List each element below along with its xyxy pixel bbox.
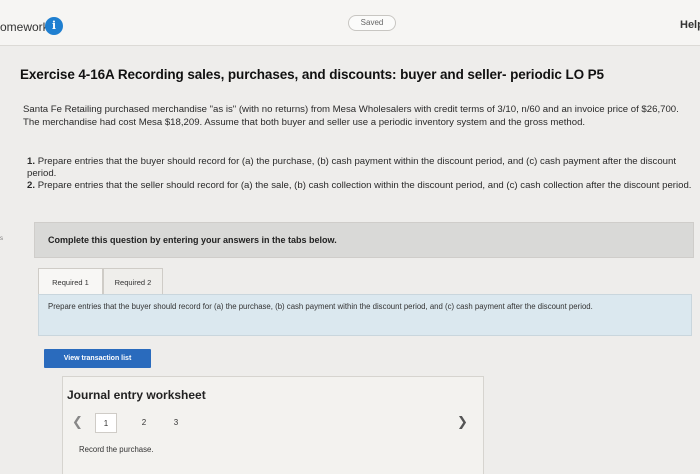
requirement-text: Prepare entries that the buyer should re… xyxy=(27,156,677,179)
page-button-1[interactable]: 1 xyxy=(95,413,117,433)
requirement-item: 2. Prepare entries that the seller shoul… xyxy=(27,180,692,192)
journal-entry-worksheet: Journal entry worksheet ❮ 1 2 3 ❯ Record… xyxy=(62,376,484,474)
saved-status-badge: Saved xyxy=(348,15,396,31)
page-button-2[interactable]: 2 xyxy=(133,413,155,433)
chevron-left-icon[interactable]: ❮ xyxy=(72,415,83,430)
app-title: omework xyxy=(0,20,49,34)
left-margin-mark: s xyxy=(0,236,3,242)
chevron-right-icon[interactable]: ❯ xyxy=(457,415,468,430)
requirement-number: 1. xyxy=(27,156,36,167)
requirement-text: Prepare entries that the seller should r… xyxy=(37,179,692,191)
worksheet-title: Journal entry worksheet xyxy=(67,388,206,402)
requirement-number: 2. xyxy=(27,179,36,191)
instructions-banner: Complete this question by entering your … xyxy=(34,222,694,258)
problem-description: Santa Fe Retailing purchased merchandise… xyxy=(23,104,679,128)
tab-instruction-text: Prepare entries that the buyer should re… xyxy=(48,302,593,311)
tab-required-2[interactable]: Required 2 xyxy=(103,268,163,295)
tab-required-1[interactable]: Required 1 xyxy=(38,268,103,295)
requirements-list: 1. Prepare entries that the buyer should… xyxy=(27,156,692,191)
top-bar: omework i Saved Help xyxy=(0,0,700,46)
help-link[interactable]: Help xyxy=(680,19,700,31)
info-icon[interactable]: i xyxy=(45,17,63,35)
tab-instruction-panel: Prepare entries that the buyer should re… xyxy=(38,294,692,336)
worksheet-pager: ❮ 1 2 3 ❯ xyxy=(63,413,473,433)
record-instruction: Record the purchase. xyxy=(79,445,154,454)
view-transaction-list-button[interactable]: View transaction list xyxy=(44,349,151,368)
requirement-item: 1. Prepare entries that the buyer should… xyxy=(27,156,692,180)
exercise-title: Exercise 4-16A Recording sales, purchase… xyxy=(20,67,604,82)
instructions-text: Complete this question by entering your … xyxy=(48,235,337,245)
page-button-3[interactable]: 3 xyxy=(165,413,187,433)
